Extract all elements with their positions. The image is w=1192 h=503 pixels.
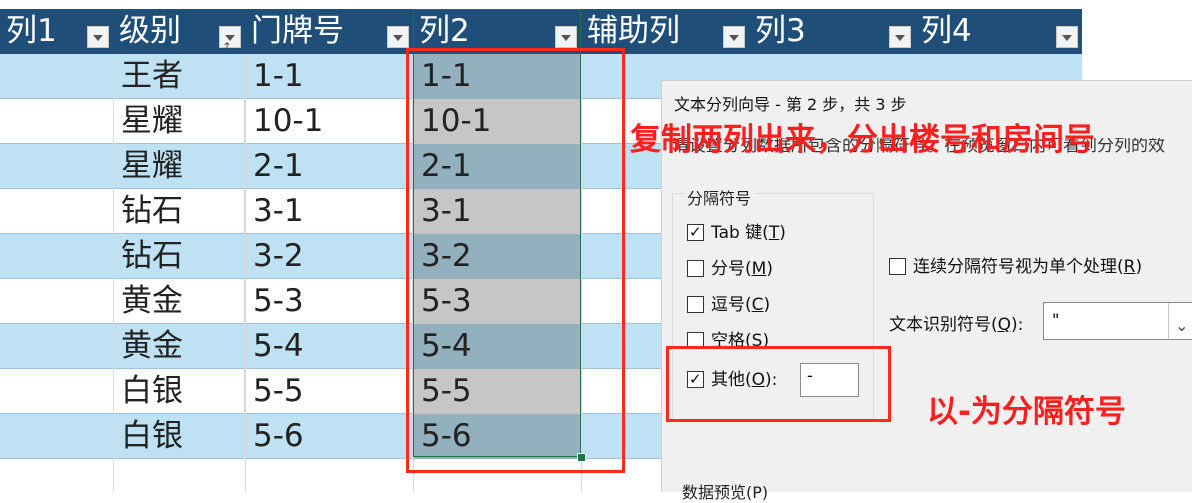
room-cell[interactable]: 5-4 xyxy=(245,324,413,369)
other-label-end: ): xyxy=(765,370,778,390)
qualifier-value: " xyxy=(1052,310,1060,329)
qualifier-label-text: 文本识别符号( xyxy=(889,315,998,335)
consecutive-accesskey: R xyxy=(1123,257,1136,277)
qualifier-accesskey: Q xyxy=(997,315,1012,335)
col2-cell[interactable]: 5-6 xyxy=(413,414,581,459)
filter-dropdown-icon[interactable] xyxy=(555,26,577,48)
chevron-down-icon[interactable]: ⌄ xyxy=(1175,309,1188,343)
text-qualifier-select[interactable]: " ⌄ xyxy=(1043,302,1192,340)
filter-dropdown-icon[interactable] xyxy=(87,26,109,48)
col2-cell[interactable]: 10-1 xyxy=(413,99,581,144)
filter-dropdown-icon[interactable] xyxy=(889,26,911,48)
checkbox-checked-icon[interactable] xyxy=(687,369,704,389)
level-cell[interactable]: 星耀 xyxy=(113,99,245,144)
semicolon-accesskey: M xyxy=(751,259,767,279)
grid-line xyxy=(581,54,582,492)
space-accesskey: S xyxy=(751,331,763,351)
room-cell[interactable]: 1-1 xyxy=(245,54,413,99)
consecutive-label: 连续分隔符号视为单个处理( xyxy=(913,257,1124,277)
consecutive-label-end: ) xyxy=(1135,257,1143,277)
col2-cell[interactable]: 3-2 xyxy=(413,234,581,279)
copy-columns-annotation: 复制两列出来，分出楼号和房间号 xyxy=(630,122,1095,158)
level-cell[interactable]: 白银 xyxy=(113,369,245,414)
header-col4[interactable]: 列4 xyxy=(915,9,1082,54)
other-delimiter-input[interactable]: - xyxy=(800,363,859,397)
level-cell[interactable]: 黄金 xyxy=(113,324,245,369)
checkbox-icon[interactable] xyxy=(687,296,704,313)
text-qualifier-label: 文本识别符号(Q): xyxy=(889,310,1023,335)
col2-cell[interactable]: 5-3 xyxy=(413,279,581,324)
checkbox-icon[interactable] xyxy=(687,332,704,349)
tab-accesskey: T xyxy=(768,223,780,243)
checkbox-icon[interactable] xyxy=(687,260,704,277)
header-col1-label: 列1 xyxy=(6,13,57,49)
comma-label: 逗号( xyxy=(711,295,752,315)
room-cell[interactable]: 3-1 xyxy=(245,189,413,234)
header-room-label: 门牌号 xyxy=(251,13,344,49)
space-label-end: ) xyxy=(762,331,770,351)
delimiters-group-title: 分隔符号 xyxy=(684,185,755,209)
space-checkbox[interactable]: 空格(S) xyxy=(687,331,769,351)
tab-checkbox[interactable]: Tab 键(T) xyxy=(687,222,786,243)
qualifier-label-end: ): xyxy=(1011,315,1024,335)
filter-dropdown-icon[interactable] xyxy=(387,26,409,48)
header-level[interactable]: 级别 xyxy=(113,9,245,70)
header-col2[interactable]: 列2 xyxy=(413,9,581,54)
col2-cell[interactable]: 2-1 xyxy=(413,144,581,189)
checkbox-checked-icon[interactable] xyxy=(687,222,704,242)
dialog-title: 文本分列向导 - 第 2 步，共 3 步 xyxy=(674,95,907,114)
level-cell[interactable]: 钻石 xyxy=(113,189,245,234)
sort-filter-icon[interactable] xyxy=(219,25,241,70)
header-col4-label: 列4 xyxy=(921,13,972,49)
header-level-label: 级别 xyxy=(119,13,181,49)
comma-checkbox[interactable]: 逗号(C) xyxy=(687,295,770,315)
semicolon-checkbox[interactable]: 分号(M) xyxy=(687,259,773,279)
room-cell[interactable]: 2-1 xyxy=(245,144,413,189)
filter-dropdown-icon[interactable] xyxy=(1056,26,1078,48)
other-label: 其他( xyxy=(711,370,752,390)
semicolon-label: 分号( xyxy=(711,259,752,279)
level-cell[interactable]: 王者 xyxy=(113,54,245,99)
tab-label-end: ) xyxy=(779,223,786,243)
room-cell[interactable]: 5-3 xyxy=(245,279,413,324)
header-col2-label: 列2 xyxy=(419,13,470,49)
col2-cell[interactable]: 5-5 xyxy=(413,369,581,414)
other-accesskey: O xyxy=(751,370,766,390)
header-col3[interactable]: 列3 xyxy=(749,9,915,54)
col2-cell[interactable]: 1-1 xyxy=(413,54,581,99)
level-cell[interactable]: 钻石 xyxy=(113,234,245,279)
level-cell[interactable]: 星耀 xyxy=(113,144,245,189)
grid-line xyxy=(413,54,414,492)
header-col1[interactable]: 列1 xyxy=(0,9,113,54)
level-cell[interactable]: 黄金 xyxy=(113,279,245,324)
comma-label-end: ) xyxy=(763,295,771,315)
room-cell[interactable]: 3-2 xyxy=(245,234,413,279)
semicolon-label-end: ) xyxy=(766,259,773,279)
delimiter-annotation: 以-为分隔符号 xyxy=(927,394,1126,430)
grid-line xyxy=(113,54,114,492)
comma-accesskey: C xyxy=(751,295,764,315)
filter-dropdown-icon[interactable] xyxy=(723,26,745,48)
consecutive-delimiters-checkbox[interactable]: 连续分隔符号视为单个处理(R) xyxy=(889,257,1142,277)
header-room[interactable]: 门牌号 xyxy=(245,9,413,54)
fill-handle[interactable] xyxy=(577,453,586,462)
select-divider xyxy=(1168,303,1169,339)
room-cell[interactable]: 5-6 xyxy=(245,414,413,459)
grid-line xyxy=(245,54,246,492)
header-col3-label: 列3 xyxy=(755,13,806,49)
tab-label: Tab 键( xyxy=(711,223,769,243)
room-cell[interactable]: 10-1 xyxy=(245,99,413,144)
header-helper-label: 辅助列 xyxy=(587,13,680,49)
col2-cell[interactable]: 5-4 xyxy=(413,324,581,369)
col2-cell[interactable]: 3-1 xyxy=(413,189,581,234)
room-cell[interactable]: 5-5 xyxy=(245,369,413,414)
data-preview-label: 数据预览(P) xyxy=(682,483,769,502)
level-cell[interactable]: 白银 xyxy=(113,414,245,459)
space-label: 空格( xyxy=(711,331,752,351)
checkbox-icon[interactable] xyxy=(889,258,906,275)
header-helper[interactable]: 辅助列 xyxy=(581,9,749,54)
other-checkbox[interactable]: 其他(O): xyxy=(687,369,778,390)
